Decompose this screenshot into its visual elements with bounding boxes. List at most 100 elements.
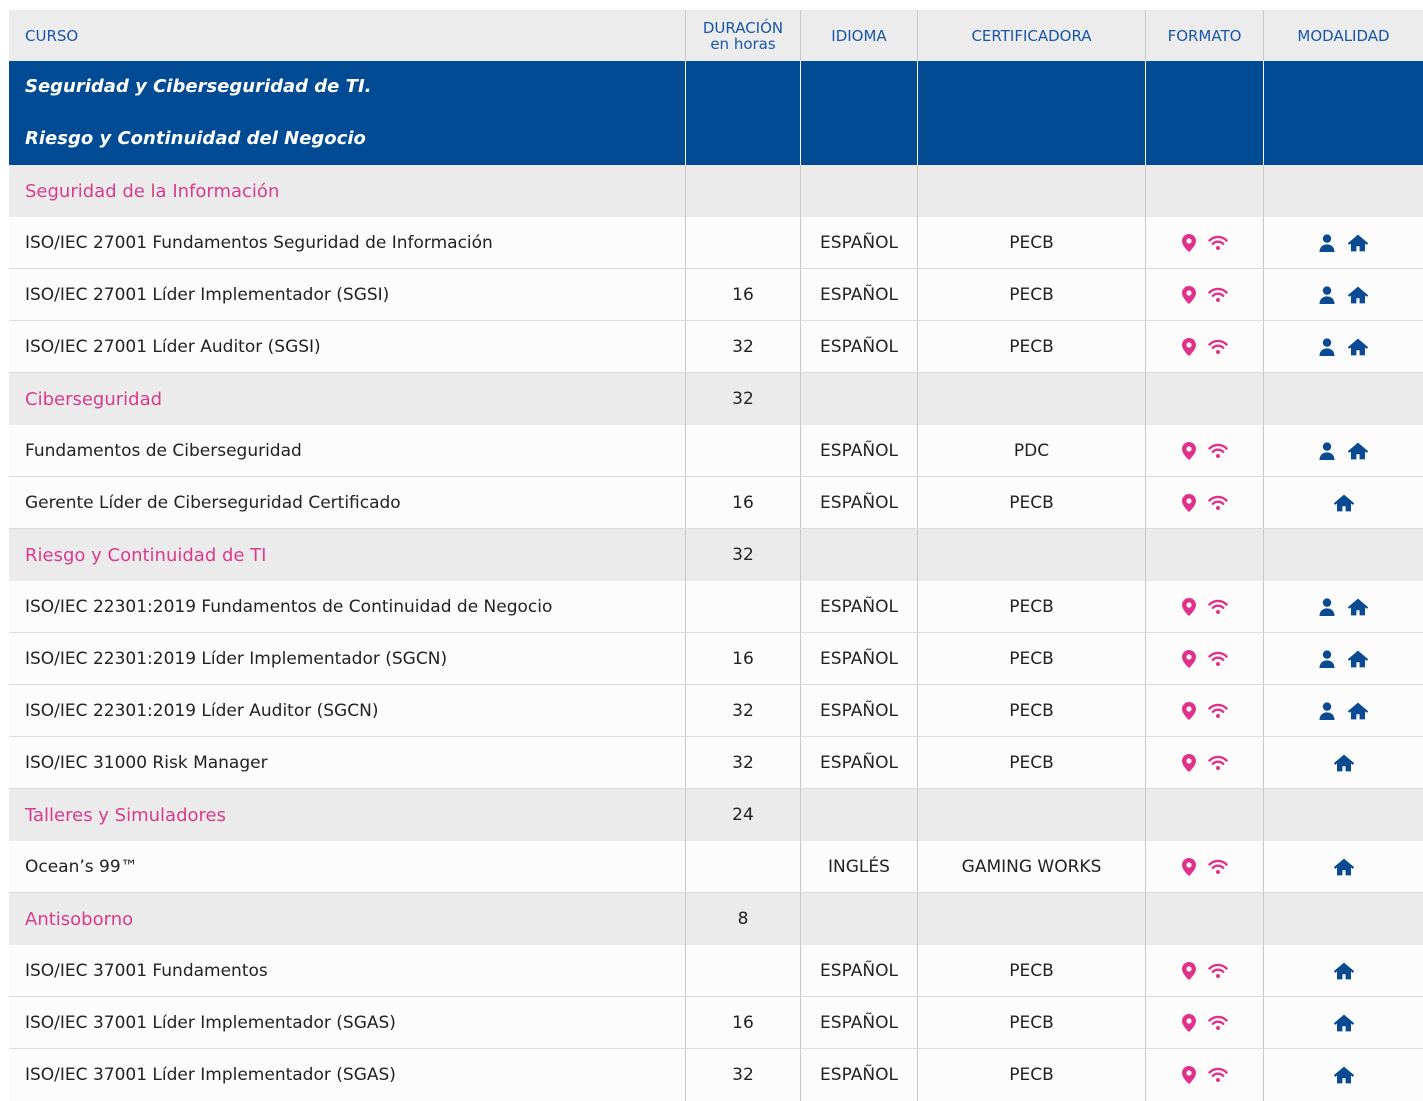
header-certificadora: CERTIFICADORA bbox=[917, 10, 1145, 61]
category-title: Seguridad de la Información bbox=[25, 180, 280, 202]
format-icons bbox=[1181, 285, 1228, 304]
person-icon bbox=[1319, 597, 1335, 616]
table-row: Ocean’s 99™ INGLÉS GAMING WORKS bbox=[9, 841, 1423, 893]
language-cell: ESPAÑOL bbox=[800, 945, 917, 996]
duration-cell bbox=[685, 165, 800, 217]
course-name: ISO/IEC 31000 Risk Manager bbox=[25, 752, 268, 773]
language-cell bbox=[800, 373, 917, 425]
language-cell bbox=[800, 165, 917, 217]
format-icons bbox=[1181, 337, 1228, 356]
banner-title-line2: Riesgo y Continuidad del Negocio bbox=[25, 128, 366, 149]
duration-cell: 32 bbox=[685, 737, 800, 788]
language-cell: ESPAÑOL bbox=[800, 737, 917, 788]
modality-cell bbox=[1263, 529, 1423, 581]
language-cell: ESPAÑOL bbox=[800, 217, 917, 268]
category-title: Talleres y Simuladores bbox=[25, 804, 226, 826]
person-icon bbox=[1319, 285, 1335, 304]
modality-icons bbox=[1319, 233, 1369, 252]
header-modalidad: MODALIDAD bbox=[1263, 10, 1423, 61]
format-cell bbox=[1145, 269, 1263, 320]
certifier-cell: PECB bbox=[917, 1049, 1145, 1101]
table-row: ISO/IEC 31000 Risk Manager 32 ESPAÑOL PECB bbox=[9, 737, 1423, 789]
certifier-cell bbox=[917, 373, 1145, 425]
format-cell bbox=[1145, 477, 1263, 528]
format-cell bbox=[1145, 1049, 1263, 1101]
course-name: ISO/IEC 22301:2019 Líder Implementador (… bbox=[25, 648, 448, 669]
certifier-cell: PDC bbox=[917, 425, 1145, 476]
certifier-cell: PECB bbox=[917, 997, 1145, 1048]
modality-icons bbox=[1333, 754, 1355, 772]
modality-icons bbox=[1319, 337, 1369, 356]
category-title: Riesgo y Continuidad de TI bbox=[25, 544, 267, 566]
modality-cell bbox=[1263, 737, 1423, 788]
format-icons bbox=[1181, 961, 1228, 980]
format-cell bbox=[1145, 945, 1263, 996]
certifier-cell bbox=[917, 529, 1145, 581]
wifi-icon bbox=[1207, 755, 1228, 771]
duration-cell: 32 bbox=[685, 373, 800, 425]
format-cell bbox=[1145, 321, 1263, 372]
certifier-cell bbox=[917, 893, 1145, 945]
format-icons bbox=[1181, 1013, 1228, 1032]
wifi-icon bbox=[1207, 1067, 1228, 1083]
duration-cell: 16 bbox=[685, 269, 800, 320]
table-row: ISO/IEC 37001 Líder Implementador (SGAS)… bbox=[9, 997, 1423, 1049]
home-icon bbox=[1333, 1066, 1355, 1084]
home-icon bbox=[1333, 858, 1355, 876]
language-cell: INGLÉS bbox=[800, 841, 917, 892]
wifi-icon bbox=[1207, 235, 1228, 251]
duration-cell bbox=[685, 945, 800, 996]
banner-cell bbox=[685, 61, 800, 165]
format-cell bbox=[1145, 841, 1263, 892]
modality-cell bbox=[1263, 997, 1423, 1048]
course-name: ISO/IEC 27001 Líder Auditor (SGSI) bbox=[25, 336, 321, 357]
modality-cell bbox=[1263, 1049, 1423, 1101]
format-icons bbox=[1181, 649, 1228, 668]
wifi-icon bbox=[1207, 599, 1228, 615]
language-cell: ESPAÑOL bbox=[800, 321, 917, 372]
map-pin-icon bbox=[1181, 597, 1196, 616]
language-cell bbox=[800, 893, 917, 945]
certifier-cell: GAMING WORKS bbox=[917, 841, 1145, 892]
duration-cell: 32 bbox=[685, 529, 800, 581]
language-cell: ESPAÑOL bbox=[800, 581, 917, 632]
home-icon bbox=[1333, 494, 1355, 512]
language-cell bbox=[800, 789, 917, 841]
home-icon bbox=[1347, 650, 1369, 668]
modality-cell bbox=[1263, 425, 1423, 476]
table-header: CURSO DURACIÓN en horas IDIOMA CERTIFICA… bbox=[9, 10, 1423, 61]
banner-cell bbox=[800, 61, 917, 165]
certifier-cell: PECB bbox=[917, 217, 1145, 268]
modality-cell bbox=[1263, 841, 1423, 892]
category-row: Antisoborno 8 bbox=[9, 893, 1423, 945]
person-icon bbox=[1319, 701, 1335, 720]
wifi-icon bbox=[1207, 1015, 1228, 1031]
format-icons bbox=[1181, 753, 1228, 772]
format-cell bbox=[1145, 893, 1263, 945]
format-cell bbox=[1145, 373, 1263, 425]
table-row: Fundamentos de Ciberseguridad ESPAÑOL PDC bbox=[9, 425, 1423, 477]
banner-cell bbox=[1145, 61, 1263, 165]
duration-cell: 32 bbox=[685, 685, 800, 736]
course-name: Fundamentos de Ciberseguridad bbox=[25, 440, 302, 461]
format-cell bbox=[1145, 633, 1263, 684]
map-pin-icon bbox=[1181, 285, 1196, 304]
course-table: CURSO DURACIÓN en horas IDIOMA CERTIFICA… bbox=[9, 10, 1423, 1101]
certifier-cell: PECB bbox=[917, 321, 1145, 372]
format-cell bbox=[1145, 581, 1263, 632]
person-icon bbox=[1319, 233, 1335, 252]
language-cell bbox=[800, 529, 917, 581]
home-icon bbox=[1347, 234, 1369, 252]
course-name: ISO/IEC 27001 Fundamentos Seguridad de I… bbox=[25, 232, 493, 253]
modality-icons bbox=[1333, 962, 1355, 980]
home-icon bbox=[1347, 442, 1369, 460]
header-idioma: IDIOMA bbox=[800, 10, 917, 61]
certifier-cell: PECB bbox=[917, 581, 1145, 632]
modality-cell bbox=[1263, 373, 1423, 425]
wifi-icon bbox=[1207, 443, 1228, 459]
course-name: ISO/IEC 37001 Líder Implementador (SGAS) bbox=[25, 1065, 396, 1085]
duration-cell: 16 bbox=[685, 633, 800, 684]
duration-cell: 32 bbox=[685, 321, 800, 372]
map-pin-icon bbox=[1181, 233, 1196, 252]
wifi-icon bbox=[1207, 963, 1228, 979]
